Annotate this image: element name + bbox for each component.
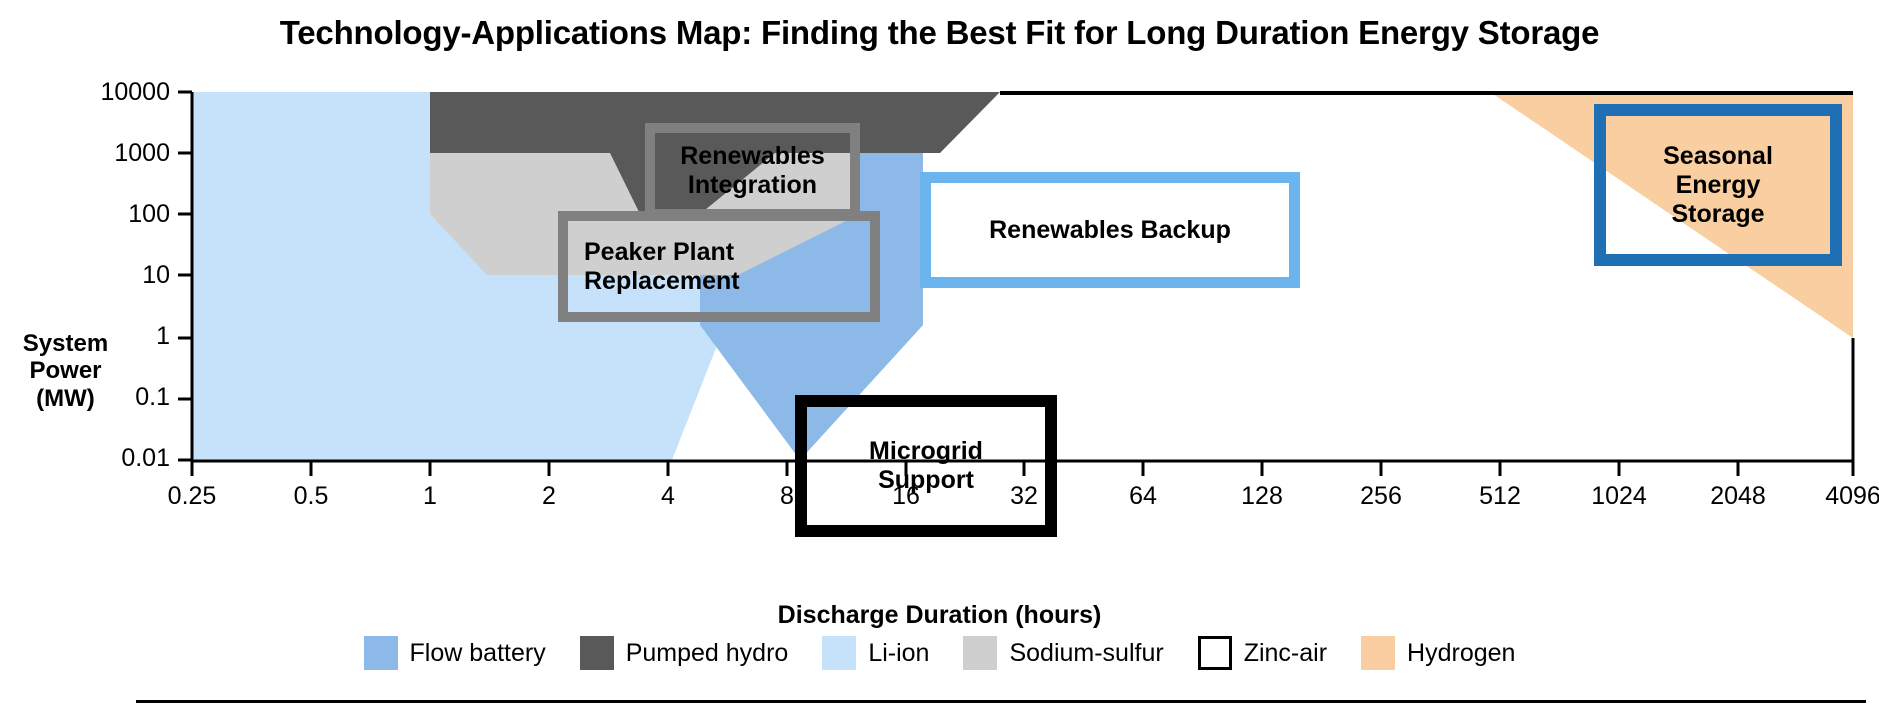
x-tick-label: 1024 xyxy=(1591,482,1647,510)
legend-item-sodium-sulfur[interactable]: Sodium-sulfur xyxy=(963,636,1164,670)
y-tick-label: 100 xyxy=(128,200,170,228)
legend-label: Flow battery xyxy=(409,638,546,667)
legend-item-hydrogen[interactable]: Hydrogen xyxy=(1361,636,1515,670)
annotation-label-line: Renewables xyxy=(680,142,825,170)
x-tick-label: 256 xyxy=(1360,482,1402,510)
annotation-label-line: Energy xyxy=(1675,170,1761,199)
annotation-box-peaker-plant-replacement[interactable]: Peaker Plant Replacement xyxy=(558,211,880,322)
x-tick-label: 2048 xyxy=(1710,482,1766,510)
y-tick-label: 0.1 xyxy=(135,383,170,411)
annotation-label-line: Storage xyxy=(1671,199,1765,228)
x-tick-label: 4 xyxy=(661,482,675,510)
legend-swatch-icon xyxy=(1197,636,1232,670)
legend-label: Li-ion xyxy=(868,638,930,667)
y-axis-title-line-2: Power xyxy=(29,357,102,385)
y-tick-label: 1000 xyxy=(114,139,170,167)
x-axis-title: Discharge Duration (hours) xyxy=(777,601,1102,629)
legend-label: Hydrogen xyxy=(1407,638,1516,667)
x-tick-label: 128 xyxy=(1241,482,1283,510)
legend-swatch-icon xyxy=(579,636,614,670)
x-tick-label: 0.5 xyxy=(293,482,329,510)
y-tick-marks xyxy=(178,90,192,462)
annotation-label-line: Renewables Backup xyxy=(989,215,1231,244)
annotation-box-renewables-backup[interactable]: Renewables Backup xyxy=(920,172,1300,288)
annotation-label-line: Integration xyxy=(687,171,818,199)
footer-divider xyxy=(136,700,1866,703)
annotation-box-renewables-integration[interactable]: Renewables Integration xyxy=(645,123,860,219)
x-tick-label: 512 xyxy=(1479,482,1521,510)
annotation-label: Peaker Plant Replacement xyxy=(584,238,740,296)
y-tick-label: 10000 xyxy=(100,78,170,106)
chart-container: Technology-Applications Map: Finding the… xyxy=(0,0,1879,713)
y-tick-label: 1 xyxy=(156,322,170,350)
annotation-box-seasonal-energy-storage[interactable]: Seasonal Energy Storage xyxy=(1594,104,1842,266)
annotation-label-line: Support xyxy=(878,466,974,494)
legend-label: Sodium-sulfur xyxy=(1009,638,1164,667)
x-tick-label: 1 xyxy=(423,482,437,510)
x-tick-label: 4096 xyxy=(1825,482,1879,510)
annotation-label: Renewables Integration xyxy=(680,142,825,200)
legend-item-li-ion[interactable]: Li-ion xyxy=(822,636,929,670)
annotation-box-microgrid-support[interactable]: Microgrid Support xyxy=(795,395,1057,537)
chart-legend: Flow battery Pumped hydro Li-ion Sodium-sul… xyxy=(0,636,1879,670)
legend-label: Zinc-air xyxy=(1243,638,1328,667)
x-tick-label: 8 xyxy=(780,482,794,510)
annotation-label: Seasonal Energy Storage xyxy=(1663,142,1773,229)
legend-swatch-icon xyxy=(963,636,998,670)
annotation-label: Renewables Backup xyxy=(989,216,1231,245)
legend-swatch-icon xyxy=(1361,636,1396,670)
annotation-label-line: Peaker Plant xyxy=(584,237,735,266)
legend-label: Pumped hydro xyxy=(625,638,789,667)
legend-item-zinc-air[interactable]: Zinc-air xyxy=(1197,636,1328,670)
y-tick-label: 10 xyxy=(142,261,170,289)
x-tick-label: 64 xyxy=(1129,482,1157,510)
x-tick-label: 0.25 xyxy=(167,482,217,510)
annotation-label-line: Seasonal xyxy=(1663,141,1773,170)
x-tick-label: 2 xyxy=(542,482,556,510)
legend-item-pumped-hydro[interactable]: Pumped hydro xyxy=(579,636,789,670)
annotation-label-line: Microgrid xyxy=(869,437,983,465)
legend-item-flow-battery[interactable]: Flow battery xyxy=(363,636,546,670)
y-tick-label: 0.01 xyxy=(121,444,170,472)
legend-swatch-icon xyxy=(822,636,857,670)
legend-swatch-icon xyxy=(363,636,398,670)
annotation-label-line: Replacement xyxy=(584,266,740,295)
annotation-label: Microgrid Support xyxy=(869,437,983,495)
